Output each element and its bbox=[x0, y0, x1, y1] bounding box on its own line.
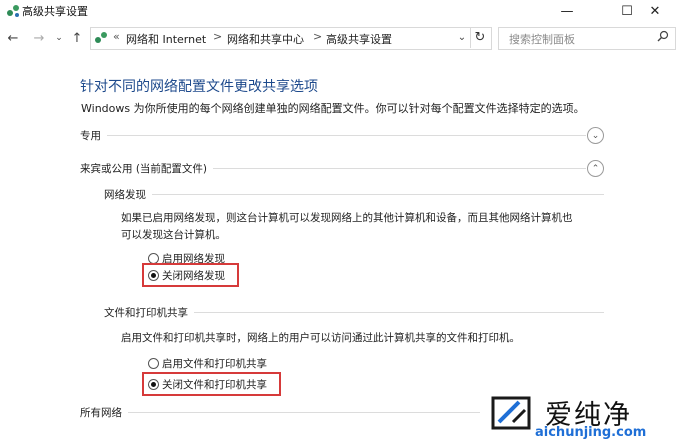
search-icon[interactable] bbox=[657, 30, 669, 42]
disable-network-discovery-option[interactable]: 关闭网络发现 bbox=[148, 268, 225, 283]
profile-private-label[interactable]: 专用 bbox=[80, 128, 107, 143]
back-button[interactable]: ← bbox=[4, 29, 22, 47]
address-bar[interactable]: « 网络和 Internet > 网络和共享中心 > 高级共享设置 bbox=[90, 27, 492, 50]
refresh-icon[interactable]: ↻ bbox=[470, 27, 489, 48]
window-title: 高级共享设置 bbox=[22, 5, 88, 18]
search-box[interactable] bbox=[498, 27, 676, 50]
option-label: 关闭文件和打印机共享 bbox=[162, 379, 267, 391]
enable-file-printer-sharing-option[interactable]: 启用文件和打印机共享 bbox=[148, 356, 267, 371]
network-discovery-text-line1: 如果已启用网络发现，则这台计算机可以发现网络上的其他计算机和设备，而且其他网络计… bbox=[121, 212, 573, 224]
file-printer-sharing-heading: 文件和打印机共享 bbox=[104, 305, 194, 320]
disable-file-printer-sharing-option[interactable]: 关闭文件和打印机共享 bbox=[148, 377, 267, 392]
expand-private-chevron-icon[interactable]: ⌄ bbox=[587, 127, 604, 144]
watermark-url: aichunjing.com bbox=[535, 425, 647, 440]
watermark-logo-icon bbox=[491, 396, 531, 430]
address-dropdown-icon[interactable]: ⌄ bbox=[452, 27, 472, 48]
page-title: 针对不同的网络配置文件更改共享选项 bbox=[80, 79, 318, 95]
breadcrumb-separator: > bbox=[313, 30, 323, 43]
divider bbox=[80, 412, 480, 413]
radio-button-selected[interactable] bbox=[148, 379, 159, 390]
breadcrumb-overflow[interactable]: « bbox=[113, 30, 120, 43]
network-location-icon bbox=[95, 32, 107, 43]
recent-locations-button[interactable]: ⌄ bbox=[50, 29, 68, 47]
close-button[interactable]: ✕ bbox=[632, 0, 676, 22]
breadcrumb-network-sharing-center[interactable]: 网络和共享中心 bbox=[227, 31, 304, 47]
title-bar: 高级共享设置 — ☐ ✕ bbox=[0, 0, 676, 22]
profile-public-label[interactable]: 来宾或公用 (当前配置文件) bbox=[80, 161, 214, 176]
breadcrumb-advanced-sharing[interactable]: 高级共享设置 bbox=[326, 31, 392, 47]
profile-all-networks-label[interactable]: 所有网络 bbox=[80, 405, 128, 420]
minimize-button[interactable]: — bbox=[544, 0, 590, 22]
forward-button[interactable]: → bbox=[30, 29, 48, 47]
radio-button[interactable] bbox=[148, 358, 159, 369]
network-discovery-heading: 网络发现 bbox=[104, 187, 152, 202]
file-printer-sharing-text: 启用文件和打印机共享时，网络上的用户可以访问通过此计算机共享的文件和打印机。 bbox=[121, 332, 520, 344]
divider bbox=[80, 135, 586, 136]
network-icon bbox=[7, 5, 19, 17]
collapse-public-chevron-icon[interactable]: ⌃ bbox=[587, 160, 604, 177]
option-label: 启用文件和打印机共享 bbox=[162, 358, 267, 370]
breadcrumb-network-internet[interactable]: 网络和 Internet bbox=[126, 31, 206, 47]
page-description: Windows 为你所使用的每个网络创建单独的网络配置文件。你可以针对每个配置文… bbox=[81, 102, 585, 115]
option-label: 关闭网络发现 bbox=[162, 270, 225, 282]
breadcrumb-separator: > bbox=[213, 30, 223, 43]
network-discovery-text-line2: 可以发现这台计算机。 bbox=[121, 229, 226, 241]
up-button[interactable]: ↑ bbox=[68, 29, 86, 47]
search-input[interactable] bbox=[507, 30, 651, 48]
radio-button-selected[interactable] bbox=[148, 270, 159, 281]
divider bbox=[104, 194, 604, 195]
